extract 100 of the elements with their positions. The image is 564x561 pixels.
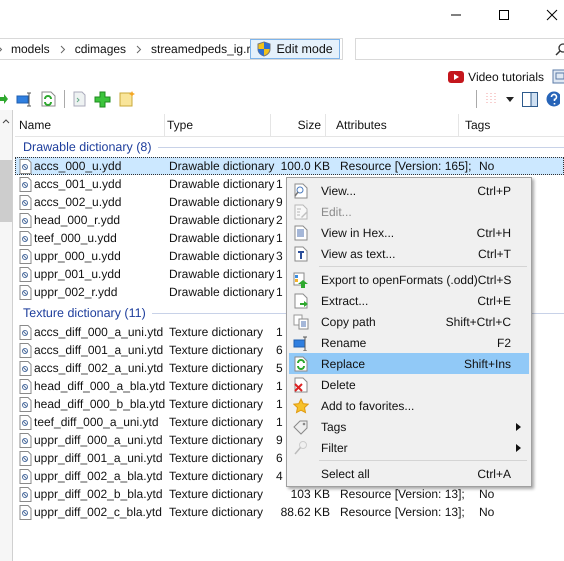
magnifier-document-icon: [293, 182, 309, 198]
file-type: Texture dictionary: [168, 505, 264, 519]
file-type: Texture dictionary: [168, 451, 264, 465]
column-header[interactable]: Attributes: [326, 114, 459, 136]
file-type: Texture dictionary: [168, 379, 264, 393]
panel-layout-icon[interactable]: [522, 92, 538, 106]
file-row[interactable]: uppr_diff_000_a_uni.ytd Texture dictionary 9: [15, 431, 286, 449]
file-size: 1: [275, 285, 283, 299]
file-name: accs_001_u.ydd: [34, 177, 122, 191]
file-size: 6: [275, 343, 283, 357]
file-icon: [19, 504, 32, 520]
file-type: Texture dictionary: [168, 343, 264, 357]
file-row[interactable]: uppr_diff_002_b_bla.ytd Texture dictionary 103 KB Resource [Version: 13]; No: [15, 485, 564, 503]
file-row[interactable]: uppr_000_u.ydd Drawable dictionary3: [15, 247, 286, 265]
file-name: head_diff_000_b_bla.ytd: [34, 397, 166, 411]
file-row[interactable]: uppr_001_u.ydd Drawable dictionary1: [15, 265, 286, 283]
file-icon: [19, 176, 32, 192]
file-tags: No: [473, 505, 494, 519]
breadcrumb-item[interactable]: streamedpeds_ig.r: [151, 42, 250, 56]
file-row[interactable]: uppr_002_r.ydd Drawable dictionary1: [15, 283, 286, 301]
search-field[interactable]: [355, 38, 564, 60]
file-type: Texture dictionary: [168, 469, 264, 483]
file-row[interactable]: teef_diff_000_a_uni.ytd Texture dictionary 1: [15, 413, 286, 431]
text-document-icon: [293, 246, 309, 262]
file-icon: [19, 266, 32, 282]
column-header[interactable]: Name: [15, 114, 165, 136]
scroll-up-icon[interactable]: [2, 118, 10, 124]
star-icon: [293, 398, 309, 414]
new-note-icon[interactable]: [119, 91, 135, 107]
file-name: head_000_r.ydd: [34, 213, 120, 227]
file-row[interactable]: teef_000_u.ydd Drawable dictionary1: [15, 229, 286, 247]
menu-item[interactable]: Filter: [289, 437, 529, 458]
address-bar[interactable]: models cdimages streamedpeds_ig.r Edit mode: [0, 38, 343, 60]
group-header[interactable]: Drawable dictionary (8): [23, 140, 152, 154]
file-row[interactable]: accs_001_u.ydd Drawable dictionary1: [15, 175, 286, 193]
file-row[interactable]: accs_diff_000_a_uni.ytd Texture dictionary 1: [15, 323, 286, 341]
video-tutorials-link[interactable]: Video tutorials: [448, 70, 544, 84]
file-type: Drawable dictionary: [168, 285, 275, 299]
file-row[interactable]: uppr_diff_002_c_bla.ytd Texture dictionary 88.62 KB Resource [Version: 13]; No: [15, 503, 564, 521]
menu-item[interactable]: View... Ctrl+P: [289, 180, 529, 201]
file-icon: [19, 396, 32, 412]
window-icon[interactable]: [552, 69, 564, 85]
maximize-icon[interactable]: [498, 9, 510, 21]
file-row[interactable]: head_000_r.ydd Drawable dictionary2: [15, 211, 286, 229]
file-attributes: Resource [Version: 13];: [339, 505, 466, 519]
breadcrumb-item[interactable]: cdimages: [74, 42, 126, 56]
menu-item[interactable]: Replace Shift+Ins: [289, 353, 529, 374]
file-type: Texture dictionary: [168, 487, 264, 501]
file-size: 1: [275, 379, 283, 393]
file-size: 9: [275, 433, 283, 447]
file-name: uppr_diff_002_a_bla.ytd: [34, 469, 163, 483]
help-icon[interactable]: [546, 91, 560, 107]
menu-item[interactable]: Copy path Shift+Ctrl+C: [289, 311, 529, 332]
file-size: 88.62 KB: [280, 505, 330, 519]
close-icon[interactable]: [546, 9, 558, 21]
edit-mode-button[interactable]: Edit mode: [250, 39, 340, 59]
file-icon: [19, 450, 32, 466]
breadcrumb-item[interactable]: models: [11, 42, 50, 56]
file-row[interactable]: accs_diff_001_a_uni.ytd Texture dictionary 6: [15, 341, 286, 359]
rename-icon[interactable]: [16, 91, 33, 107]
menu-item[interactable]: Add to favorites...: [289, 395, 529, 416]
column-header[interactable]: Size: [271, 114, 326, 136]
refresh-document-icon[interactable]: [41, 91, 56, 107]
file-row[interactable]: uppr_diff_001_a_uni.ytd Texture dictionary 6: [15, 449, 286, 467]
menu-item[interactable]: View as text... Ctrl+T: [289, 243, 529, 264]
column-header[interactable]: Type: [165, 114, 271, 136]
file-type: Drawable dictionary: [168, 159, 275, 173]
file-icon: [19, 158, 32, 174]
menu-item[interactable]: Export to openFormats (.odd)Ctrl+S: [289, 269, 529, 290]
file-type: Drawable dictionary: [168, 177, 275, 191]
file-row[interactable]: head_diff_000_a_bla.ytd Texture dictionary 1: [15, 377, 286, 395]
export-arrow-icon: [293, 272, 309, 288]
file-size: 100.0 KB: [280, 159, 330, 173]
magnifier-icon: [293, 440, 309, 456]
column-header[interactable]: Tags: [459, 114, 559, 136]
file-icon: [19, 378, 32, 394]
file-attributes: Resource [Version: 13];: [339, 487, 466, 501]
menu-item[interactable]: View in Hex... Ctrl+H: [289, 222, 529, 243]
document-icon[interactable]: [73, 91, 86, 107]
file-size: 1: [275, 415, 283, 429]
play-icon: [448, 71, 464, 83]
plus-icon[interactable]: [94, 90, 111, 108]
copy-documents-icon: [293, 314, 309, 330]
file-row[interactable]: accs_diff_002_a_uni.ytd Texture dictionary 5: [15, 359, 286, 377]
file-row[interactable]: accs_000_u.ydd Drawable dictionary 100.0 KB Resource [Version: 165]; No: [15, 157, 564, 175]
menu-item[interactable]: Rename F2: [289, 332, 529, 353]
file-type: Texture dictionary: [168, 397, 264, 411]
dropdown-caret-icon[interactable]: [506, 96, 514, 102]
file-row[interactable]: accs_002_u.ydd Drawable dictionary9: [15, 193, 286, 211]
scrollbar-thumb[interactable]: [0, 160, 12, 222]
file-name: head_diff_000_a_bla.ytd: [34, 379, 166, 393]
menu-item[interactable]: Delete: [289, 374, 529, 395]
menu-item[interactable]: Tags: [289, 416, 529, 437]
file-row[interactable]: head_diff_000_b_bla.ytd Texture dictionary 1: [15, 395, 286, 413]
file-attributes: Resource [Version: 165];: [339, 159, 472, 173]
group-header[interactable]: Texture dictionary (11): [23, 306, 146, 320]
file-size: 1: [275, 231, 283, 245]
file-row[interactable]: uppr_diff_002_a_bla.ytd Texture dictionary 4: [15, 467, 286, 485]
menu-item[interactable]: Select all Ctrl+A: [289, 463, 529, 484]
menu-item[interactable]: Extract... Ctrl+E: [289, 290, 529, 311]
